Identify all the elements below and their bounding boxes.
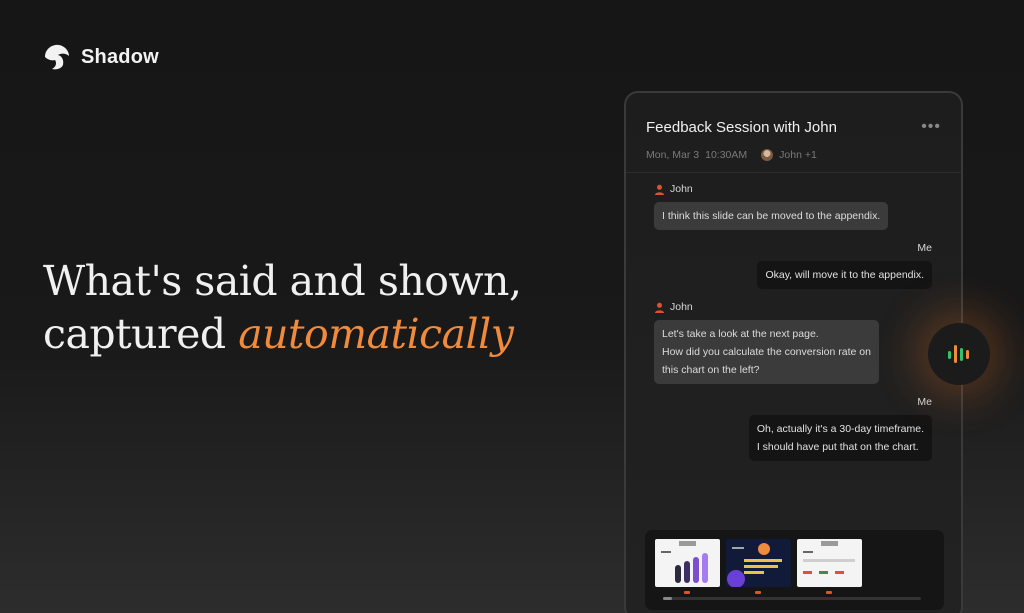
more-options-icon[interactable]: ••• [921,118,941,136]
session-participants: John +1 [779,149,817,161]
session-date: Mon, Mar 3 [646,149,700,161]
slide-preview-icon [661,541,708,583]
session-panel: Feedback Session with John ••• Mon, Mar … [624,91,963,613]
message-bubble: Okay, will move it to the appendix. [757,261,932,289]
sender-name: John [670,301,693,313]
headline-line-2-prefix: captured [43,310,239,358]
session-time: 10:30AM [705,149,748,161]
scrollbar-thumb[interactable] [663,597,672,600]
list-item: Me Okay, will move it to the appendix. [654,242,932,289]
slide-thumbnail[interactable] [797,539,862,594]
list-item: John Let's take a look at the next page.… [654,301,932,384]
slide-preview-icon [803,541,855,574]
avatar [761,149,774,161]
session-title: Feedback Session with John [646,118,837,136]
session-meta: Mon, Mar 3 10:30AM John +1 [646,149,941,161]
message-line: How did you calculate the conversion rat… [662,346,871,358]
slide-thumbnail[interactable] [655,539,720,594]
list-item: John I think this slide can be moved to … [654,183,932,230]
message-line: this chart on the left? [662,364,760,376]
recording-button[interactable] [928,323,990,385]
message-line: I should have put that on the chart. [756,441,919,453]
message-line: Let's take a look at the next page. [662,328,819,340]
message-sender: John [654,183,932,195]
slide-marker [755,591,761,594]
shadow-logo-icon [45,44,69,70]
headline-line-1: What's said and shown, [43,257,522,305]
message-sender: Me [654,396,932,408]
slide-thumbnail[interactable] [726,539,791,594]
headline-accent: automatically [238,310,514,358]
list-item: Me Oh, actually it's a 30-day timeframe.… [654,396,932,461]
person-icon [655,184,664,195]
brand-name: Shadow [81,45,159,68]
transcript: John I think this slide can be moved to … [626,173,961,461]
message-sender: John [654,301,932,313]
thumbnail-scrollbar[interactable] [663,597,921,600]
message-bubble: I think this slide can be moved to the a… [654,202,889,230]
message-sender: Me [654,242,932,254]
session-header: Feedback Session with John ••• Mon, Mar … [626,93,961,173]
slide-marker [684,591,690,594]
message-line: Oh, actually it's a 30-day timeframe. [756,423,924,435]
sender-name: Me [917,242,932,254]
slide-thumbnail-strip [645,530,944,610]
sender-name: Me [917,396,932,408]
message-bubble: Oh, actually it's a 30-day timeframe. I … [748,415,932,461]
brand-logo: Shadow [42,43,159,71]
message-bubble: Let's take a look at the next page. How … [654,320,879,384]
headline-line-2: captured automatically [43,308,521,361]
person-icon [655,302,664,313]
audio-waveform-icon [948,345,969,363]
slide-marker [826,591,832,594]
slide-preview-icon [727,543,782,587]
sender-name: John [670,183,693,195]
hero-headline: What's said and shown, captured automati… [43,255,522,361]
